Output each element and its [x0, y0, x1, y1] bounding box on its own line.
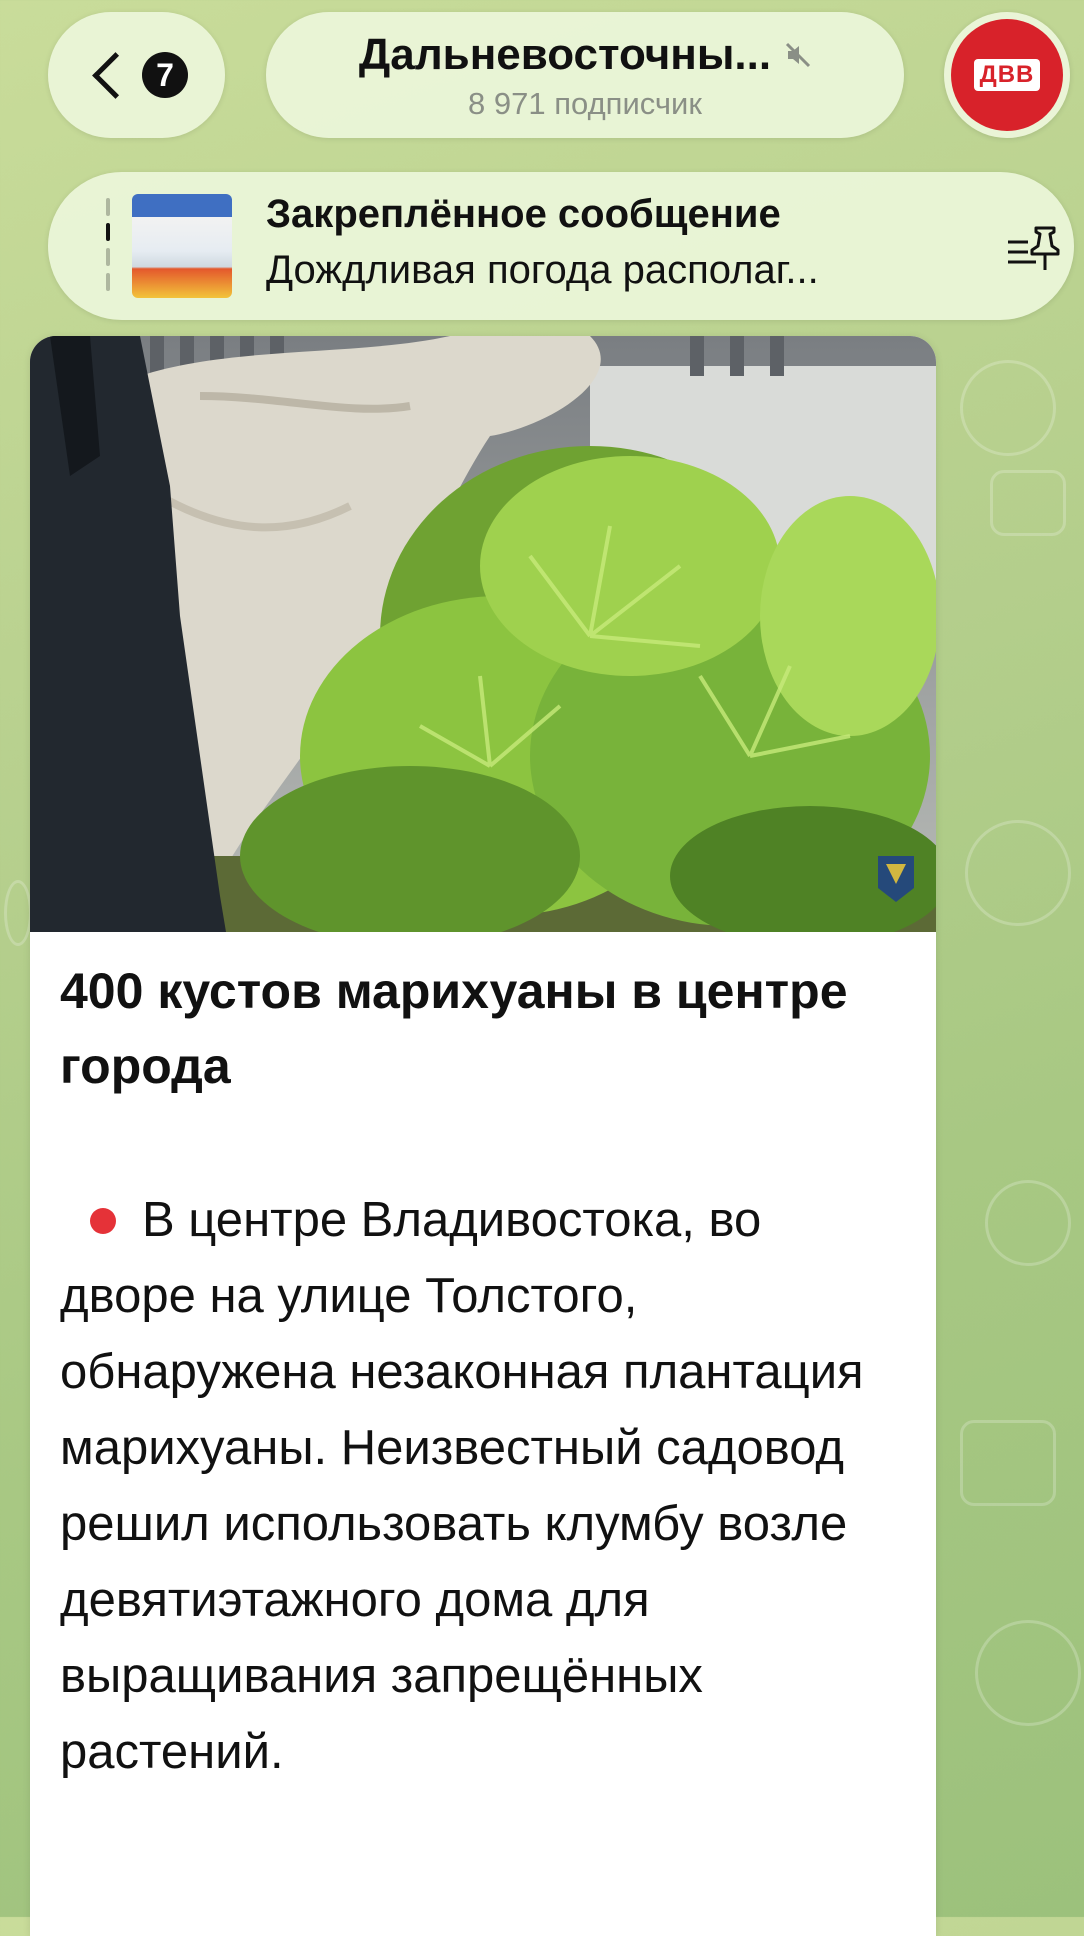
unread-badge: 7 — [142, 52, 188, 98]
chevron-left-icon — [92, 51, 139, 99]
background-doodle — [985, 1180, 1071, 1266]
pinned-preview: Дождливая погода располаг... — [266, 248, 819, 292]
message-card[interactable]: 400 кустов марихуаны в центре города В ц… — [30, 336, 936, 1936]
pinned-label: Закреплённое сообщение — [266, 192, 781, 236]
pinned-message-bar[interactable]: Закреплённое сообщение Дождливая погода … — [48, 172, 1074, 320]
pinned-thumbnail — [132, 194, 232, 298]
post-body-text: В центре Владивостока, во дворе на улице… — [60, 1193, 864, 1779]
post-title: 400 кустов марихуаны в центре города — [60, 963, 848, 1094]
channel-avatar[interactable]: ДВВ — [944, 12, 1070, 138]
background-doodle — [960, 1420, 1056, 1506]
background-doodle — [975, 1620, 1081, 1726]
background-doodle — [990, 470, 1066, 536]
pinned-indicator — [106, 198, 110, 294]
channel-header[interactable]: Дальневосточны... 8 971 подписчик — [266, 12, 904, 138]
red-circle-icon — [90, 1208, 116, 1234]
back-button[interactable]: 7 — [48, 12, 225, 138]
background-doodle — [960, 360, 1056, 456]
background-doodle — [4, 880, 32, 946]
muted-speaker-icon — [785, 42, 811, 68]
avatar-logo: ДВВ — [973, 59, 1041, 91]
background-doodle — [965, 820, 1071, 926]
pin-list-icon[interactable] — [1006, 224, 1068, 278]
post-body: В центре Владивостока, во дворе на улице… — [60, 1182, 910, 1790]
subscriber-count: 8 971 подписчик — [468, 86, 702, 121]
post-photo[interactable] — [30, 336, 936, 932]
channel-title: Дальневосточны... — [358, 30, 772, 79]
